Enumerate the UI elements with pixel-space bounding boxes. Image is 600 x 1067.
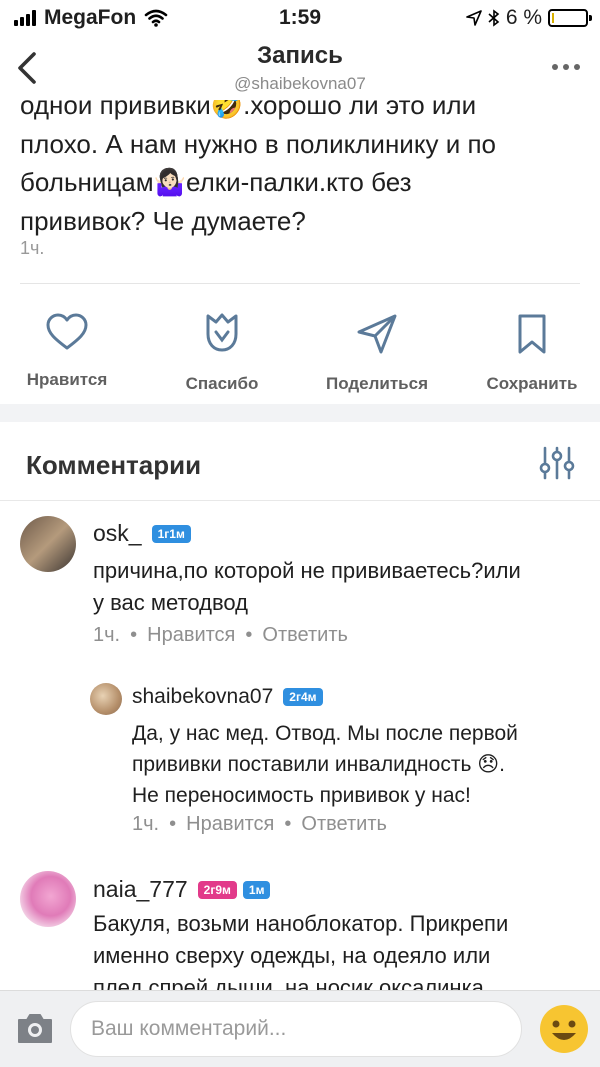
comment-time: 1ч. bbox=[93, 624, 121, 646]
comment-header: naia_777 2г9м 1м bbox=[93, 876, 271, 903]
comment-line: причина,по которой не прививаетесь?или bbox=[93, 558, 521, 583]
battery-icon bbox=[548, 9, 592, 27]
comment-like-link[interactable]: Нравится bbox=[147, 624, 235, 646]
location-icon bbox=[466, 10, 482, 26]
comment-author[interactable]: naia_777 bbox=[93, 876, 188, 903]
navigation-bar: Запись @shaibekovna07 bbox=[0, 36, 600, 100]
save-label: Сохранить bbox=[486, 374, 578, 393]
comment-header: osk_ 1г1м bbox=[93, 520, 191, 547]
comment-input-bar bbox=[0, 990, 600, 1067]
post-line: прививок? Че думаете? bbox=[20, 205, 306, 236]
thanks-label: Спасибо bbox=[185, 374, 259, 393]
paper-plane-icon bbox=[357, 314, 397, 354]
comment-author[interactable]: shaibekovna07 bbox=[132, 685, 273, 709]
avatar[interactable] bbox=[20, 516, 76, 572]
post-time: 1ч. bbox=[20, 238, 45, 258]
member-badge: 2г4м bbox=[283, 688, 323, 706]
bookmark-icon bbox=[518, 314, 546, 354]
comment-text: Да, у нас мед. Отвод. Мы после первой пр… bbox=[132, 718, 592, 811]
comment-meta: 1ч. • Нравится • Ответить bbox=[93, 624, 348, 646]
member-badge: 1м bbox=[242, 880, 271, 899]
bluetooth-icon bbox=[488, 9, 500, 27]
post-line: плохо. А нам нужно в поликлинику и по bbox=[20, 128, 497, 159]
divider bbox=[20, 283, 580, 284]
post-actions: Нравится Спасибо Поделиться Сохранить bbox=[0, 300, 600, 400]
more-icon[interactable] bbox=[552, 64, 580, 70]
smile-emoji-icon[interactable] bbox=[538, 1003, 590, 1055]
comment-input[interactable] bbox=[70, 1001, 522, 1057]
comment-time: 1ч. bbox=[132, 813, 160, 835]
comment-meta: 1ч. • Нравится • Ответить bbox=[132, 813, 387, 835]
like-button[interactable]: Нравится bbox=[0, 300, 142, 390]
comment-line: у вас методвод bbox=[93, 590, 248, 615]
comment-line: прививки поставили инвалидность 😞. bbox=[132, 753, 505, 776]
thanks-button[interactable]: Спасибо bbox=[147, 300, 297, 394]
comment-line: Бакуля, возьми наноблокатор. Прикрепи bbox=[93, 911, 509, 936]
avatar[interactable] bbox=[20, 871, 76, 927]
tulip-icon bbox=[206, 313, 238, 352]
comment-like-link[interactable]: Нравится bbox=[186, 813, 274, 835]
share-label: Поделиться bbox=[325, 374, 429, 393]
filter-icon[interactable] bbox=[538, 444, 576, 482]
page-subtitle[interactable]: @shaibekovna07 bbox=[0, 74, 600, 94]
comment-line: Не переносимость прививок у нас! bbox=[132, 784, 471, 807]
section-separator bbox=[0, 404, 600, 422]
comments-title: Комментарии bbox=[26, 450, 202, 480]
comment-header: shaibekovna07 2г4м bbox=[132, 685, 323, 709]
comment-reply-link[interactable]: Ответить bbox=[262, 624, 348, 646]
status-bar: MegaFon 1:59 6 % bbox=[0, 0, 600, 36]
comment-text: причина,по которой не прививаетесь?или у… bbox=[93, 555, 593, 619]
heart-icon bbox=[46, 313, 88, 350]
comment-line: Да, у нас мед. Отвод. Мы после первой bbox=[132, 722, 518, 745]
post-line: больницам🤷🏻‍♀️елки-палки.кто без bbox=[20, 167, 412, 197]
avatar[interactable] bbox=[90, 683, 122, 715]
camera-icon[interactable] bbox=[16, 1011, 54, 1045]
member-badge: 1г1м bbox=[151, 524, 191, 543]
member-badge: 2г9м bbox=[197, 880, 237, 899]
comment-line: именно сверху одежды, на одеяло или bbox=[93, 943, 491, 968]
share-button[interactable]: Поделиться bbox=[302, 300, 452, 394]
page-title: Запись bbox=[257, 42, 343, 69]
comment-reply-link[interactable]: Ответить bbox=[301, 813, 387, 835]
comment-author[interactable]: osk_ bbox=[93, 520, 142, 547]
battery-percent: 6 % bbox=[505, 6, 542, 29]
like-label: Нравится bbox=[26, 370, 108, 389]
divider bbox=[0, 500, 600, 501]
save-button[interactable]: Сохранить bbox=[457, 300, 600, 394]
post-body: одной прививки🤣.хорошо ли это или плохо.… bbox=[20, 86, 580, 240]
